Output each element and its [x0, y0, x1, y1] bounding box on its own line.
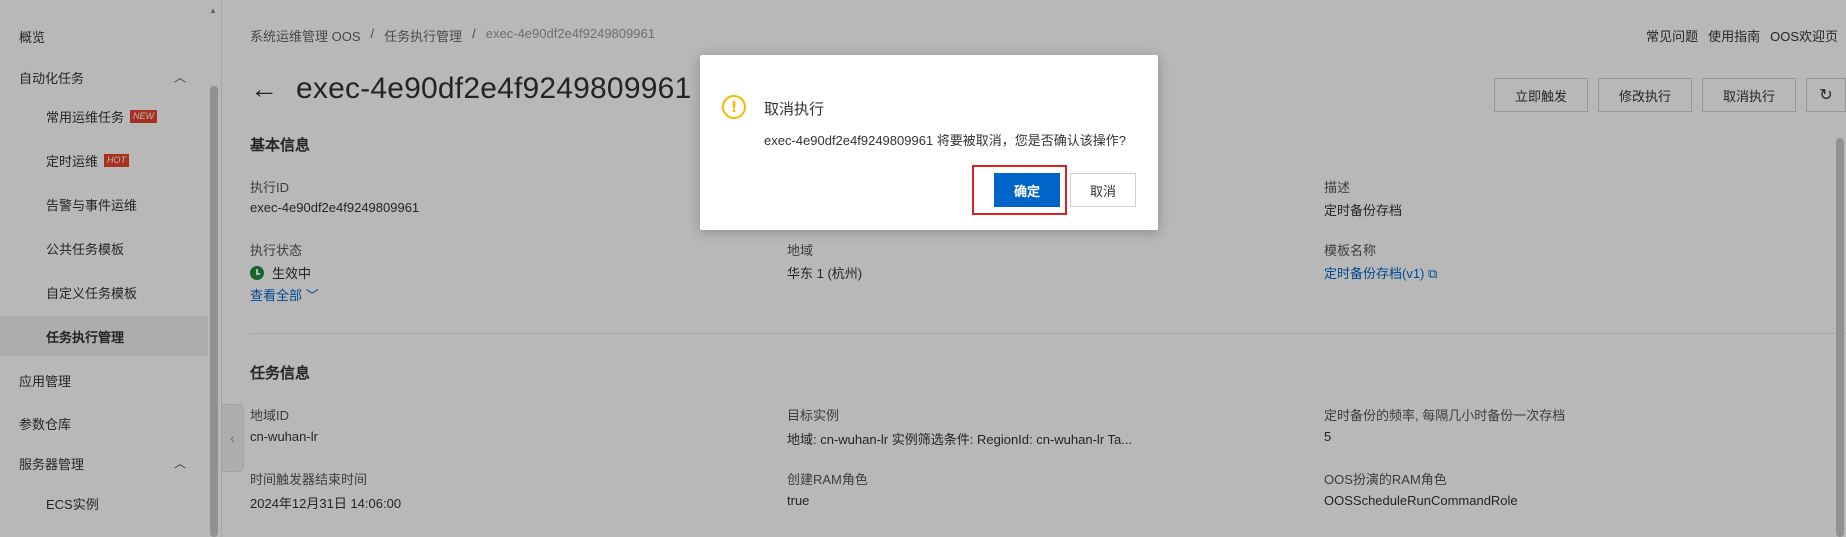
warning-icon: ! — [722, 95, 746, 119]
confirm-button[interactable]: 确定 — [994, 173, 1060, 207]
dialog-message: exec-4e90df2e4f9249809961 将要被取消，您是否确认该操作… — [764, 133, 1126, 148]
dialog-title: 取消执行 — [764, 101, 825, 118]
confirm-cancel-dialog: ! 取消执行 exec-4e90df2e4f9249809961 将要被取消，您… — [700, 55, 1158, 230]
dialog-cancel-button[interactable]: 取消 — [1070, 173, 1136, 207]
